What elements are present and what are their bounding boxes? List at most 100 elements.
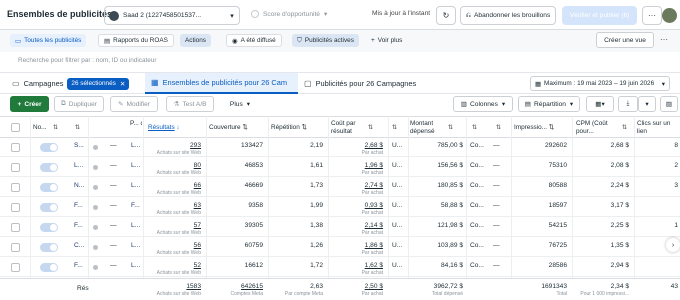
opportunity-score[interactable]: Score d'opportunité ▾ <box>251 10 327 18</box>
flask-icon: ⚗ <box>173 101 180 108</box>
sort-icon[interactable]: ⇅ <box>53 124 58 131</box>
create-button[interactable]: + Créer <box>10 96 49 112</box>
delivery-toggle[interactable] <box>40 223 58 232</box>
table-row[interactable]: F... — F... 63 Achats sur site Web 9358 1,99 0,… <box>0 198 680 217</box>
campaign-name[interactable]: L... <box>131 242 140 249</box>
campaign-name[interactable]: L... <box>131 162 140 169</box>
sort-icon[interactable]: ⇅ <box>622 124 627 131</box>
sort-icon[interactable]: ⇅ <box>472 124 477 131</box>
select-all-checkbox[interactable] <box>11 123 20 132</box>
export-menu-button[interactable]: ▾ <box>638 96 656 112</box>
row-checkbox[interactable] <box>11 243 20 252</box>
selection-badge[interactable]: 26 sélectionnés ✕ <box>67 77 130 90</box>
header-results[interactable]: Résultats ↓ <box>148 124 180 132</box>
more-actions-button[interactable]: Plus ▾ <box>220 96 260 112</box>
row-checkbox[interactable] <box>11 263 20 272</box>
row-checkbox[interactable] <box>11 143 20 152</box>
adset-name[interactable]: L... <box>74 162 83 169</box>
tab-ads[interactable]: ▢ Publicités pour 26 Campagnes <box>304 73 416 94</box>
table-row[interactable]: S... — L... 293 Achats sur site Web 133427 2,1… <box>0 138 680 157</box>
header-amount[interactable]: Montant dépensé <box>410 120 444 136</box>
ab-test-button[interactable]: ⚗ Test A/B <box>166 96 214 112</box>
row-checkbox[interactable] <box>11 203 20 212</box>
adset-name[interactable]: F... <box>74 222 83 229</box>
header-frequency[interactable]: Répétition ⇅ <box>271 124 307 132</box>
create-view-button[interactable]: Créer une vue <box>596 32 654 48</box>
delivery-toggle[interactable] <box>40 243 58 252</box>
delivery-status: — <box>110 262 117 269</box>
table-row[interactable]: N... — L... 66 Achats sur site Web 46669 1,73 2… <box>0 178 680 197</box>
date-range-picker[interactable]: ▦ Maximum : 19 mai 2023 – 19 juin 2026 ▾ <box>530 76 670 91</box>
header-clicks[interactable]: Clics sur un lien <box>637 120 677 136</box>
budget-type: U... <box>392 262 403 269</box>
more-options-button[interactable]: ··· <box>642 6 662 25</box>
close-icon[interactable]: ✕ <box>120 80 125 88</box>
sort-icon[interactable]: ⇅ <box>392 124 397 131</box>
review-publish-button[interactable]: Vérifier et publier (6) <box>562 6 637 25</box>
campaign-name[interactable]: L... <box>131 222 140 229</box>
chip-diffused-label: A été diffusé <box>240 37 276 44</box>
row-checkbox[interactable] <box>11 163 20 172</box>
adset-name[interactable]: F... <box>74 262 83 269</box>
charts-button[interactable]: ▨ <box>660 96 678 112</box>
discard-drafts-button[interactable]: ⎌ Abandonner les brouillons <box>460 6 556 25</box>
chip-active-ads[interactable]: ⛉ Publicités actives <box>292 34 359 47</box>
table-row[interactable]: F... — L... 52 Achats sur site Web 16612 1,72 1… <box>0 258 680 277</box>
reports-button[interactable]: ▦▾ <box>586 96 614 112</box>
campaign-name[interactable]: L... <box>131 262 140 269</box>
header-status[interactable]: P... d... <box>130 120 142 128</box>
edit-button[interactable]: ✎ Modifier <box>110 96 158 112</box>
results-sub: Achats sur site Web <box>156 230 201 236</box>
bid-strategy: Co... <box>470 202 484 209</box>
overflow-icon[interactable]: ⋯ <box>660 35 668 44</box>
header-impressions[interactable]: Impressio... ⇅ <box>514 124 554 132</box>
delivery-toggle[interactable] <box>40 263 58 272</box>
chip-roas-reports[interactable]: ▤ Rapports du ROAS <box>98 34 174 47</box>
chip-all-ads[interactable]: ▭ Toutes les publicités <box>10 34 87 47</box>
export-button[interactable]: ⤓ <box>618 96 638 112</box>
account-selector[interactable]: Saad 2 (1227458501537... ▾ <box>104 6 240 25</box>
sort-icon[interactable]: ⇅ <box>368 124 373 131</box>
delivery-toggle[interactable] <box>40 143 58 152</box>
table-row[interactable]: L... — L... 80 Achats sur site Web 46853 1,61 1… <box>0 158 680 177</box>
avatar[interactable] <box>662 8 677 23</box>
chip-see-more[interactable]: + Voir plus <box>366 34 407 47</box>
adset-name[interactable]: N... <box>74 182 84 189</box>
table-header: No... ⇅ ⇅ P... d... Résultats ↓ Couvertu… <box>0 116 680 138</box>
delivery-status: — <box>110 242 117 249</box>
adset-name[interactable]: C... <box>74 242 84 249</box>
refresh-button[interactable]: ↻ <box>436 6 456 25</box>
footer-clicks: 43 <box>670 283 678 290</box>
sort-icon[interactable]: ⇅ <box>448 124 453 131</box>
tab-campaigns[interactable]: ▭ Campagnes 26 sélectionnés ✕ <box>12 73 130 94</box>
columns-button[interactable]: ▥ Colonnes ▾ <box>453 96 513 112</box>
delivery-toggle[interactable] <box>40 183 58 192</box>
adset-name[interactable]: S... <box>74 142 84 149</box>
header-cpm[interactable]: CPM (Coût pour... <box>576 120 616 136</box>
sort-icon[interactable]: ⇅ <box>496 124 501 131</box>
row-dash: — <box>493 222 500 229</box>
table-row[interactable]: F... — L... 57 Achats sur site Web 39305 1,38 2… <box>0 218 680 237</box>
adset-name[interactable]: F... <box>74 202 83 209</box>
header-cost[interactable]: Coût par résultat <box>331 120 367 136</box>
scroll-right-button[interactable]: › <box>666 238 680 252</box>
breakdown-button[interactable]: ▤ Répartition ▾ <box>518 96 580 112</box>
table-row[interactable]: C... — L... 56 Achats sur site Web 60759 1,26 1… <box>0 238 680 257</box>
tab-adsets[interactable]: ▦ Ensembles de publicités pour 26 Cam <box>145 73 298 94</box>
chevron-down-icon: ▾ <box>323 11 328 18</box>
campaign-name[interactable]: L... <box>131 182 140 189</box>
duplicate-button[interactable]: ⧉ Dupliquer <box>54 96 104 112</box>
delivery-toggle[interactable] <box>40 163 58 172</box>
sort-icon[interactable]: ⇅ <box>75 124 80 131</box>
header-reach[interactable]: Couverture ⇅ <box>209 124 248 132</box>
campaign-name[interactable]: F... <box>131 202 140 209</box>
row-checkbox[interactable] <box>11 223 20 232</box>
chip-diffused[interactable]: ◉ A été diffusé <box>226 34 282 47</box>
chip-actions[interactable]: Actions <box>180 34 211 47</box>
campaign-name[interactable]: L... <box>131 142 140 149</box>
results-sub: Achats sur site Web <box>156 210 201 216</box>
delivery-toggle[interactable] <box>40 203 58 212</box>
search-input[interactable]: Recherche pour filtrer par : nom, ID ou … <box>10 54 674 68</box>
row-checkbox[interactable] <box>11 183 20 192</box>
header-name[interactable]: No... <box>33 124 47 132</box>
